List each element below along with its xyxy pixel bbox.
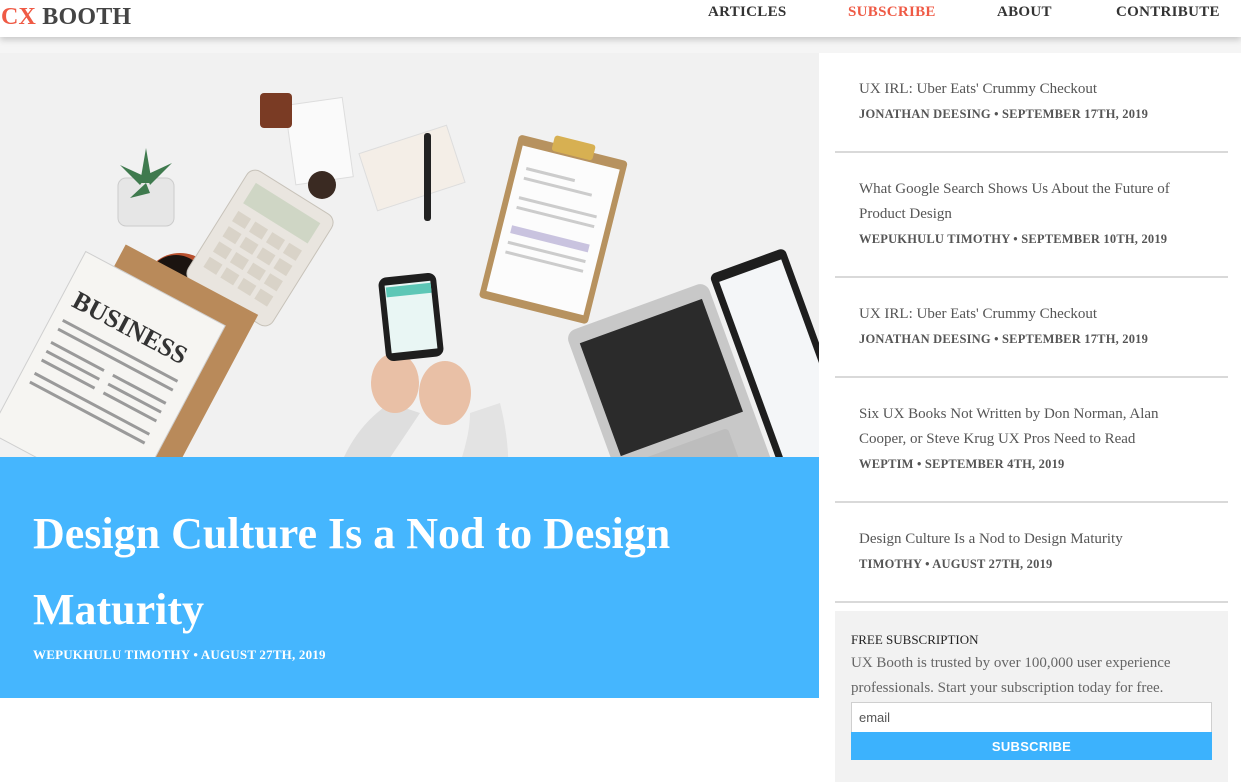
list-item-meta: JONATHAN DEESING • SEPTEMBER 17TH, 2019 [859, 107, 1149, 121]
list-item[interactable]: What Google Search Shows Us About the Fu… [835, 153, 1228, 278]
hero-article[interactable]: BUSINESS Design Culture Is a Nod to Desi… [0, 53, 819, 698]
subscription-box: FREE SUBSCRIPTION UX Booth is trusted by… [835, 611, 1228, 782]
hero-title[interactable]: Design Culture Is a Nod to Design Maturi… [33, 496, 793, 648]
list-item[interactable]: UX IRL: Uber Eats' Crummy Checkout JONAT… [835, 278, 1228, 378]
logo-cx: CX [1, 4, 37, 30]
site-header: CX BOOTH ARTICLES SUBSCRIBE ABOUT CONTRI… [0, 0, 1241, 37]
hero-image: BUSINESS [0, 53, 819, 500]
list-item[interactable]: Design Culture Is a Nod to Design Maturi… [835, 503, 1228, 603]
list-item-title[interactable]: What Google Search Shows Us About the Fu… [859, 177, 1204, 227]
list-item[interactable]: Six UX Books Not Written by Don Norman, … [835, 378, 1228, 503]
list-item-meta: WEPTIM • SEPTEMBER 4TH, 2019 [859, 457, 1065, 471]
list-item[interactable]: UX IRL: Uber Eats' Crummy Checkout JONAT… [835, 53, 1228, 153]
logo-booth: BOOTH [42, 4, 132, 30]
nav-articles[interactable]: ARTICLES [708, 4, 787, 21]
email-field[interactable] [851, 702, 1212, 733]
site-logo[interactable]: CX BOOTH [1, 4, 131, 31]
list-item-meta: JONATHAN DEESING • SEPTEMBER 17TH, 2019 [859, 332, 1149, 346]
list-item-meta: TIMOTHY • AUGUST 27TH, 2019 [859, 557, 1053, 571]
list-item-title[interactable]: UX IRL: Uber Eats' Crummy Checkout [859, 77, 1204, 102]
nav-about[interactable]: ABOUT [997, 4, 1052, 21]
list-item-title[interactable]: Design Culture Is a Nod to Design Maturi… [859, 527, 1204, 552]
nav-contribute[interactable]: CONTRIBUTE [1116, 4, 1220, 21]
subscription-heading: FREE SUBSCRIPTION [851, 632, 979, 647]
list-item-title[interactable]: UX IRL: Uber Eats' Crummy Checkout [859, 302, 1204, 327]
subscription-description: UX Booth is trusted by over 100,000 user… [851, 655, 1171, 696]
subscribe-button[interactable]: SUBSCRIBE [851, 732, 1212, 760]
nav-subscribe[interactable]: SUBSCRIBE [848, 4, 936, 21]
header-divider [0, 37, 1241, 53]
hero-byline: WEPUKHULU TIMOTHY • AUGUST 27TH, 2019 [33, 647, 326, 662]
list-item-title[interactable]: Six UX Books Not Written by Don Norman, … [859, 402, 1204, 452]
list-item-meta: WEPUKHULU TIMOTHY • SEPTEMBER 10TH, 2019 [859, 232, 1168, 246]
